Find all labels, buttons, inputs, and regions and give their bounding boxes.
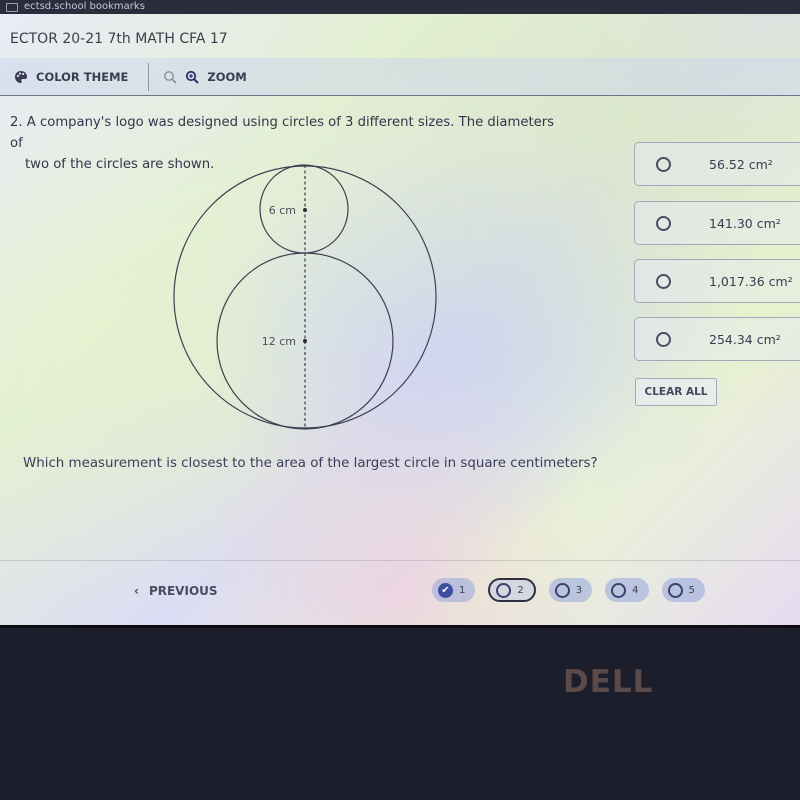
assessment-title-bar: ECTOR 20-21 7th MATH CFA 17 — [0, 22, 800, 56]
page-number: 1 — [459, 584, 466, 596]
unanswered-circle-icon — [667, 582, 683, 598]
bookmarks-bar: ectsd.school bookmarks — [0, 0, 800, 14]
unanswered-circle-icon — [554, 582, 570, 598]
page-button-1[interactable]: ✔ 1 — [432, 578, 476, 602]
palette-icon — [15, 70, 27, 83]
color-theme-label: COLOR THEME — [36, 69, 129, 84]
medium-diameter-label: 12 cm — [262, 335, 296, 348]
zoom-label: ZOOM — [207, 69, 247, 84]
answer-value: 141.30 cm² — [709, 215, 781, 231]
page-number: 4 — [632, 584, 639, 596]
zoom-in-button[interactable]: ZOOM — [185, 69, 247, 84]
question-pager: ✔ 1 2 3 4 5 — [432, 578, 705, 602]
answer-value: 254.34 cm² — [709, 331, 781, 347]
answer-option-d[interactable]: 254.34 cm² — [634, 317, 800, 361]
page-button-3[interactable]: 3 — [548, 578, 593, 602]
bookmark-folder-label[interactable]: ectsd.school bookmarks — [24, 1, 145, 13]
answer-option-a[interactable]: 56.52 cm² — [634, 142, 800, 186]
previous-button[interactable]: ‹ PREVIOUS — [134, 584, 218, 598]
question-line-1: A company's logo was designed using circ… — [10, 115, 555, 151]
answer-option-c[interactable]: 1,017.36 cm² — [634, 259, 800, 303]
color-theme-button[interactable]: COLOR THEME — [14, 70, 128, 84]
question-number: 2. — [10, 115, 23, 130]
page-number: 3 — [575, 584, 583, 596]
radio-icon[interactable] — [656, 331, 671, 347]
small-center-dot — [303, 208, 307, 212]
unanswered-circle-icon — [611, 582, 627, 598]
zoom-out-button[interactable] — [163, 70, 177, 84]
page-button-5[interactable]: 5 — [661, 578, 705, 602]
small-diameter-label: 6 cm — [269, 204, 296, 217]
page-number: 2 — [517, 584, 524, 596]
radio-icon[interactable] — [656, 215, 671, 231]
zoom-out-icon — [164, 70, 177, 84]
page-number: 5 — [688, 584, 695, 596]
answer-value: 56.52 cm² — [709, 156, 773, 172]
dell-logo: DELL — [563, 664, 654, 700]
zoom-in-icon — [186, 70, 200, 84]
clear-all-button[interactable]: CLEAR ALL — [635, 378, 717, 406]
bezel-edge — [0, 625, 800, 628]
toolbar-divider — [148, 62, 150, 91]
radio-icon[interactable] — [656, 156, 671, 172]
toolbar: COLOR THEME ZOOM — [0, 58, 800, 96]
circles-diagram: 6 cm 12 cm — [173, 164, 437, 430]
footer-divider — [0, 560, 800, 561]
previous-label: PREVIOUS — [148, 584, 218, 598]
chevron-left-icon: ‹ — [134, 584, 139, 598]
radio-icon[interactable] — [656, 273, 671, 289]
question-prompt: Which measurement is closest to the area… — [23, 456, 598, 471]
answer-value: 1,017.36 cm² — [709, 273, 793, 289]
page-button-4[interactable]: 4 — [605, 578, 649, 602]
page-button-2[interactable]: 2 — [488, 578, 536, 602]
folder-icon — [6, 2, 18, 12]
answer-option-b[interactable]: 141.30 cm² — [634, 201, 800, 245]
checkmark-icon: ✔ — [438, 582, 453, 598]
medium-center-dot — [303, 339, 307, 343]
screen: ectsd.school bookmarks ECTOR 20-21 7th M… — [0, 0, 800, 625]
assessment-title: ECTOR 20-21 7th MATH CFA 17 — [10, 31, 228, 47]
unanswered-circle-icon — [496, 582, 512, 598]
laptop-bezel — [0, 625, 800, 800]
